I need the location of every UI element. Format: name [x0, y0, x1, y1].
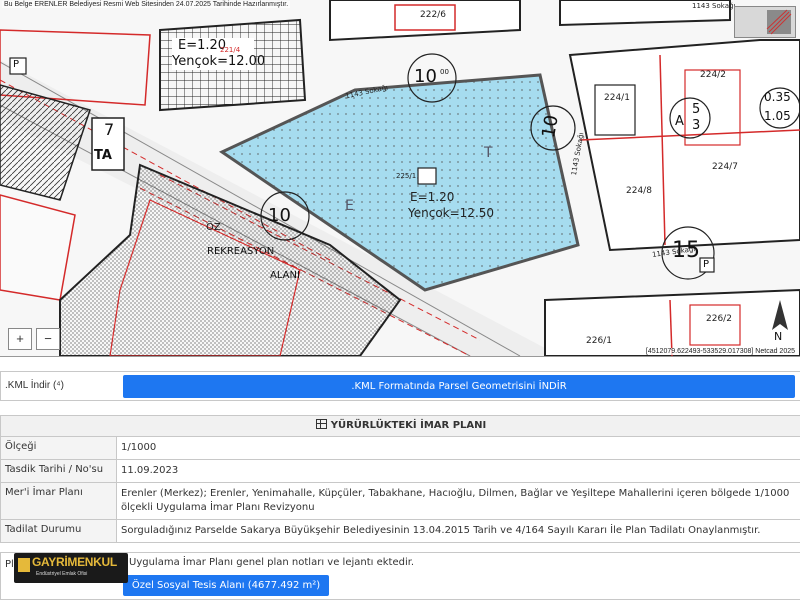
- table-icon: [315, 419, 327, 429]
- building-icon: [18, 558, 30, 572]
- zoning-plan-header: YÜRÜRLÜKTEKİ İMAR PLANI: [1, 416, 800, 437]
- row-label: Mer'i İmar Planı: [1, 483, 117, 519]
- map-banner: Bu Belge ERENLER Belediyesi Resmi Web Si…: [2, 1, 291, 8]
- map-label-yencok-top: Yençok=12.00: [172, 54, 266, 69]
- row-value: 1/1000: [121, 442, 157, 453]
- zoom-out-button[interactable]: −: [36, 328, 60, 350]
- zoning-plan-table: YÜRÜRLÜKTEKİ İMAR PLANI Ölçeği 1/1000 Ta…: [0, 415, 800, 543]
- kml-download-label: .KML İndir (⁴): [5, 380, 64, 391]
- map-label-e-letter: E: [345, 198, 354, 214]
- map-label-rekreasyon: REKREASYON: [207, 246, 275, 257]
- map-label-fr-105: 1.05: [764, 109, 791, 123]
- map-label-road-b: 1143 Sokağı: [692, 2, 736, 10]
- row-value: Sorguladığınız Parselde Sakarya Büyükşeh…: [121, 525, 761, 536]
- kml-download-row: .KML İndir (⁴) .KML Formatında Parsel Ge…: [0, 371, 800, 401]
- map-label-p226-2: 226/2: [706, 314, 732, 324]
- plan-notes-text: Uygulama İmar Planı genel plan notları v…: [129, 557, 415, 568]
- map-label-yencok-main: Yençok=12.50: [408, 206, 495, 220]
- social-facility-area-button[interactable]: Özel Sosyal Tesis Alanı (4677.492 m²): [123, 575, 329, 596]
- map-label-five: 5: [692, 102, 701, 117]
- map-label-alani: ALANI: [270, 270, 300, 281]
- row-label: Ölçeği: [1, 437, 117, 459]
- table-row: Tadilat Durumu Sorguladığınız Parselde S…: [1, 520, 800, 542]
- map-label-e-main: E=1.20: [410, 190, 455, 204]
- map-label-t-letter: T: [484, 145, 493, 161]
- north-arrow-label: N: [774, 330, 783, 343]
- row-label: Tadilat Durumu: [1, 520, 117, 542]
- row-label: Tasdik Tarihi / No'su: [1, 460, 117, 482]
- map-label-circle-15: 15: [672, 238, 700, 263]
- table-row: Mer'i İmar Planı Erenler (Merkez); Erenl…: [1, 483, 800, 520]
- map-label-p-a: P: [13, 59, 20, 70]
- map-label-p226-1: 226/1: [586, 336, 612, 346]
- zoning-plan-title: YÜRÜRLÜKTEKİ İMAR PLANI: [330, 420, 487, 431]
- map-label-circle-10-b: 10: [538, 113, 563, 140]
- map-label-seven: 7: [104, 120, 115, 139]
- table-row: Ölçeği 1/1000: [1, 437, 800, 460]
- map-label-p224-2: 224/2: [700, 70, 726, 80]
- map-label-a: A: [675, 114, 684, 129]
- map-label-p-b: P: [703, 259, 710, 270]
- map-label-e-top: E=1.20: [178, 38, 227, 53]
- map-label-parcel-main: 225/1: [396, 172, 417, 180]
- map-label-p224-1: 224/1: [604, 93, 630, 103]
- map-label-p222-6: 222/6: [420, 10, 446, 20]
- map-label-circle-10-a: 10: [414, 66, 437, 87]
- map-label-fr-035: 0.35: [764, 90, 791, 104]
- agency-logo: GAYRİMENKUL Endüstriyel Emlak Ofisi: [14, 553, 128, 583]
- map-label-sup: 00: [440, 68, 449, 76]
- map-coordinates: [4512079.622493-533529.017308] Netcad 20…: [643, 348, 797, 355]
- row-value: Erenler (Merkez); Erenler, Yenimahalle, …: [121, 488, 790, 513]
- map-label-p224-8: 224/8: [626, 186, 652, 196]
- map-label-p224-7: 224/7: [712, 162, 738, 172]
- plan-notes-label: Pl: [5, 559, 14, 570]
- zoom-in-button[interactable]: +: [8, 328, 32, 350]
- agency-logo-name: GAYRİMENKUL: [32, 555, 117, 569]
- map-label-ta: TA: [94, 148, 112, 163]
- table-row: Tasdik Tarihi / No'su 11.09.2023: [1, 460, 800, 483]
- map-label-circle-10-c: 10: [268, 205, 291, 226]
- zoom-controls: + −: [8, 328, 60, 350]
- row-value: 11.09.2023: [121, 465, 179, 476]
- map-label-three: 3: [692, 118, 701, 133]
- map-view[interactable]: Bu Belge ERENLER Belediyesi Resmi Web Si…: [0, 0, 800, 357]
- kml-download-button[interactable]: .KML Formatında Parsel Geometrisini İNDİ…: [123, 375, 795, 398]
- map-thumbnail[interactable]: [734, 6, 796, 38]
- agency-logo-subtitle: Endüstriyel Emlak Ofisi: [36, 571, 88, 577]
- map-label-p221-4: 221/4: [220, 46, 241, 54]
- map-label-oz: ÖZ: [206, 222, 221, 233]
